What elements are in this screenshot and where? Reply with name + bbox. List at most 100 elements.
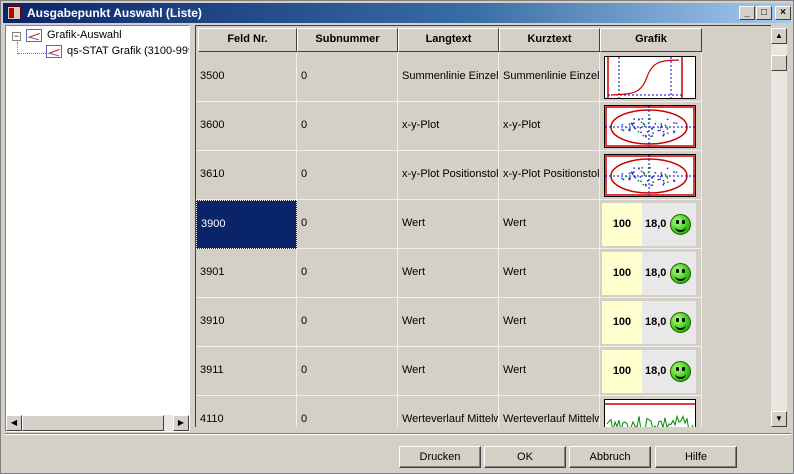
grid-empty-area bbox=[703, 26, 771, 427]
cancel-button[interactable]: Abbruch bbox=[569, 446, 651, 468]
help-button[interactable]: Hilfe bbox=[655, 446, 737, 468]
chart-icon bbox=[26, 29, 42, 42]
value-number: 100 bbox=[602, 203, 642, 246]
cell-langtext[interactable]: x-y-Plot Positionstoleranz bbox=[398, 151, 499, 200]
chart-icon bbox=[46, 45, 62, 58]
cell-subnummer[interactable]: 0 bbox=[297, 200, 398, 249]
scroll-down-button[interactable]: ▼ bbox=[771, 411, 787, 427]
title-bar[interactable]: Ausgabepunkt Auswahl (Liste) _ □ × bbox=[3, 3, 791, 23]
cell-kurztext[interactable]: x-y-Plot Positionstoleranz bbox=[499, 151, 600, 200]
smiley-icon bbox=[670, 214, 691, 235]
table-row[interactable]: 41100Werteverlauf MittelwerteWerteverlau… bbox=[196, 396, 703, 427]
cell-grafik[interactable]: 100 18,0 bbox=[600, 200, 702, 249]
scroll-left-button[interactable]: ◀ bbox=[6, 415, 22, 431]
value-measurement: 18,0 bbox=[645, 365, 667, 377]
value-number: 100 bbox=[602, 252, 642, 295]
table-row[interactable]: 3901 0 Wert Wert 100 18,0 bbox=[196, 249, 703, 298]
tree-panel[interactable]: − Grafik-Auswahl qs-STAT Grafik (3100-99… bbox=[5, 25, 190, 432]
cell-feld-nr[interactable]: 3600 bbox=[196, 102, 297, 151]
cell-feld-nr[interactable]: 3901 bbox=[196, 249, 297, 298]
cell-langtext[interactable]: Wert bbox=[398, 347, 499, 396]
value-display: 100 18,0 bbox=[602, 203, 696, 246]
scroll-thumb[interactable] bbox=[22, 415, 164, 431]
app-icon bbox=[7, 6, 21, 20]
tree-horizontal-scrollbar[interactable]: ◀ ▶ bbox=[6, 415, 189, 431]
value-measurement: 18,0 bbox=[645, 267, 667, 279]
cell-subnummer[interactable]: 0 bbox=[297, 249, 398, 298]
column-header-langtext[interactable]: Langtext bbox=[398, 28, 499, 52]
data-grid[interactable]: Feld Nr. Subnummer Langtext Kurztext Gra… bbox=[195, 25, 771, 427]
scroll-up-button[interactable]: ▲ bbox=[771, 28, 787, 44]
cell-grafik[interactable]: 100 18,0 bbox=[600, 298, 702, 347]
cell-kurztext[interactable]: Summenlinie Einzelwerte bbox=[499, 53, 600, 102]
cell-langtext[interactable]: Wert bbox=[398, 249, 499, 298]
table-row[interactable]: 3911 0 Wert Wert 100 18,0 bbox=[196, 347, 703, 396]
value-number: 100 bbox=[602, 301, 642, 344]
cell-subnummer[interactable]: 0 bbox=[297, 298, 398, 347]
xy-plot-icon bbox=[604, 154, 696, 197]
scroll-thumb[interactable] bbox=[771, 55, 787, 71]
ok-button[interactable]: OK bbox=[484, 446, 566, 468]
minimize-button[interactable]: _ bbox=[739, 6, 755, 20]
window-title: Ausgabepunkt Auswahl (Liste) bbox=[27, 6, 202, 20]
column-header-subnummer[interactable]: Subnummer bbox=[297, 28, 398, 52]
tree-item-child[interactable]: qs-STAT Grafik (3100-9999) bbox=[6, 44, 189, 60]
dialog-window: Ausgabepunkt Auswahl (Liste) _ □ × − Gra… bbox=[0, 0, 794, 474]
cell-feld-nr[interactable]: 3910 bbox=[196, 298, 297, 347]
table-row[interactable]: 3600 0 x-y-Plot x-y-Plot bbox=[196, 102, 703, 151]
tree-item-root[interactable]: − Grafik-Auswahl bbox=[6, 28, 186, 44]
table-row[interactable]: 35000Summenlinie EinzelwerteSummenlinie … bbox=[196, 53, 703, 102]
cell-feld-nr[interactable]: 3610 bbox=[196, 151, 297, 200]
tree-item-label: qs-STAT Grafik (3100-9999) bbox=[67, 45, 189, 57]
cell-subnummer[interactable]: 0 bbox=[297, 347, 398, 396]
cell-langtext[interactable]: Wert bbox=[398, 298, 499, 347]
sum-line-icon bbox=[604, 56, 696, 99]
value-number: 100 bbox=[602, 350, 642, 393]
smiley-icon bbox=[670, 312, 691, 333]
column-header-feld-nr[interactable]: Feld Nr. bbox=[198, 28, 297, 52]
maximize-button[interactable]: □ bbox=[756, 6, 772, 20]
cell-feld-nr[interactable]: 3500 bbox=[196, 53, 297, 102]
cell-langtext[interactable]: Wert bbox=[398, 200, 499, 249]
cell-kurztext[interactable]: Wert bbox=[499, 200, 600, 249]
value-display: 100 18,0 bbox=[602, 301, 696, 344]
cell-feld-nr[interactable]: 4110 bbox=[196, 396, 297, 427]
cell-feld-nr[interactable]: 3900 bbox=[196, 200, 297, 249]
scroll-right-button[interactable]: ▶ bbox=[173, 415, 189, 431]
value-course-icon bbox=[604, 399, 696, 427]
cell-langtext[interactable]: Werteverlauf Mittelwerte bbox=[398, 396, 499, 427]
table-row[interactable]: 3900 0 Wert Wert 100 18,0 bbox=[196, 200, 703, 249]
cell-grafik[interactable] bbox=[600, 102, 702, 151]
value-display: 100 18,0 bbox=[602, 252, 696, 295]
cell-grafik[interactable]: 100 18,0 bbox=[600, 347, 702, 396]
table-row[interactable]: 3910 0 Wert Wert 100 18,0 bbox=[196, 298, 703, 347]
smiley-icon bbox=[670, 361, 691, 382]
column-header-kurztext[interactable]: Kurztext bbox=[499, 28, 600, 52]
cell-grafik[interactable]: 100 18,0 bbox=[600, 249, 702, 298]
xy-plot-icon bbox=[604, 105, 696, 148]
close-button[interactable]: × bbox=[775, 6, 791, 20]
cell-kurztext[interactable]: Werteverlauf Mittelwerte bbox=[499, 396, 600, 427]
cell-kurztext[interactable]: x-y-Plot bbox=[499, 102, 600, 151]
column-header-grafik[interactable]: Grafik bbox=[600, 28, 702, 52]
collapse-toggle-icon[interactable]: − bbox=[12, 32, 21, 41]
grid-vertical-scrollbar[interactable]: ▲ ▼ bbox=[771, 28, 787, 427]
value-measurement: 18,0 bbox=[645, 218, 667, 230]
cell-langtext[interactable]: x-y-Plot bbox=[398, 102, 499, 151]
value-display: 100 18,0 bbox=[602, 350, 696, 393]
cell-grafik[interactable] bbox=[600, 53, 702, 102]
cell-kurztext[interactable]: Wert bbox=[499, 298, 600, 347]
table-row[interactable]: 36100x-y-Plot Positionstoleranzx-y-Plot … bbox=[196, 151, 703, 200]
cell-subnummer[interactable]: 0 bbox=[297, 102, 398, 151]
cell-kurztext[interactable]: Wert bbox=[499, 347, 600, 396]
cell-grafik[interactable] bbox=[600, 396, 702, 427]
cell-langtext[interactable]: Summenlinie Einzelwerte bbox=[398, 53, 499, 102]
cell-subnummer[interactable]: 0 bbox=[297, 53, 398, 102]
cell-subnummer[interactable]: 0 bbox=[297, 396, 398, 427]
cell-subnummer[interactable]: 0 bbox=[297, 151, 398, 200]
cell-grafik[interactable] bbox=[600, 151, 702, 200]
print-button[interactable]: Drucken bbox=[399, 446, 481, 468]
cell-kurztext[interactable]: Wert bbox=[499, 249, 600, 298]
cell-feld-nr[interactable]: 3911 bbox=[196, 347, 297, 396]
smiley-icon bbox=[670, 263, 691, 284]
